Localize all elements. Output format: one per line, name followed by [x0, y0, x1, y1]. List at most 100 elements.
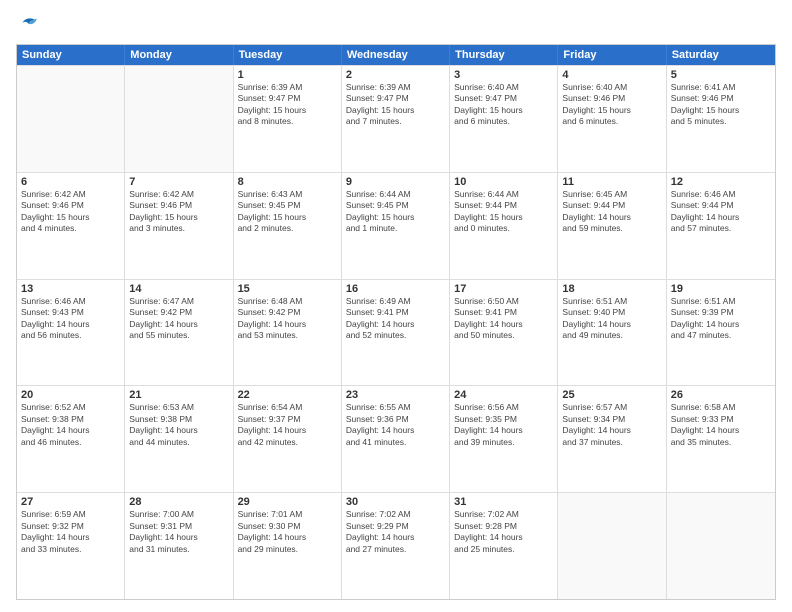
cell-detail: Sunrise: 6:44 AM Sunset: 9:44 PM Dayligh…: [454, 189, 553, 235]
calendar-cell: 29Sunrise: 7:01 AM Sunset: 9:30 PM Dayli…: [234, 493, 342, 599]
cell-detail: Sunrise: 6:53 AM Sunset: 9:38 PM Dayligh…: [129, 402, 228, 448]
calendar-cell: 24Sunrise: 6:56 AM Sunset: 9:35 PM Dayli…: [450, 386, 558, 492]
day-number: 22: [238, 389, 337, 401]
cell-detail: Sunrise: 6:58 AM Sunset: 9:33 PM Dayligh…: [671, 402, 771, 448]
calendar-cell: 27Sunrise: 6:59 AM Sunset: 9:32 PM Dayli…: [17, 493, 125, 599]
calendar-cell: 30Sunrise: 7:02 AM Sunset: 9:29 PM Dayli…: [342, 493, 450, 599]
calendar-cell: [667, 493, 775, 599]
day-number: 29: [238, 496, 337, 508]
calendar-cell: 20Sunrise: 6:52 AM Sunset: 9:38 PM Dayli…: [17, 386, 125, 492]
day-number: 14: [129, 283, 228, 295]
cell-detail: Sunrise: 6:55 AM Sunset: 9:36 PM Dayligh…: [346, 402, 445, 448]
calendar-cell: 5Sunrise: 6:41 AM Sunset: 9:46 PM Daylig…: [667, 66, 775, 172]
calendar-cell: 7Sunrise: 6:42 AM Sunset: 9:46 PM Daylig…: [125, 173, 233, 279]
calendar-cell: 6Sunrise: 6:42 AM Sunset: 9:46 PM Daylig…: [17, 173, 125, 279]
calendar-row: 13Sunrise: 6:46 AM Sunset: 9:43 PM Dayli…: [17, 279, 775, 386]
calendar-cell: 21Sunrise: 6:53 AM Sunset: 9:38 PM Dayli…: [125, 386, 233, 492]
day-number: 9: [346, 176, 445, 188]
calendar-row: 20Sunrise: 6:52 AM Sunset: 9:38 PM Dayli…: [17, 385, 775, 492]
calendar-header: SundayMondayTuesdayWednesdayThursdayFrid…: [17, 45, 775, 65]
weekday-header: Friday: [558, 45, 666, 65]
day-number: 11: [562, 176, 661, 188]
cell-detail: Sunrise: 6:47 AM Sunset: 9:42 PM Dayligh…: [129, 296, 228, 342]
calendar-cell: 19Sunrise: 6:51 AM Sunset: 9:39 PM Dayli…: [667, 280, 775, 386]
day-number: 6: [21, 176, 120, 188]
cell-detail: Sunrise: 6:46 AM Sunset: 9:43 PM Dayligh…: [21, 296, 120, 342]
calendar-cell: [125, 66, 233, 172]
cell-detail: Sunrise: 6:59 AM Sunset: 9:32 PM Dayligh…: [21, 509, 120, 555]
day-number: 27: [21, 496, 120, 508]
day-number: 18: [562, 283, 661, 295]
calendar-cell: 14Sunrise: 6:47 AM Sunset: 9:42 PM Dayli…: [125, 280, 233, 386]
weekday-header: Saturday: [667, 45, 775, 65]
cell-detail: Sunrise: 6:46 AM Sunset: 9:44 PM Dayligh…: [671, 189, 771, 235]
calendar-cell: 31Sunrise: 7:02 AM Sunset: 9:28 PM Dayli…: [450, 493, 558, 599]
calendar-cell: 3Sunrise: 6:40 AM Sunset: 9:47 PM Daylig…: [450, 66, 558, 172]
calendar-row: 27Sunrise: 6:59 AM Sunset: 9:32 PM Dayli…: [17, 492, 775, 599]
cell-detail: Sunrise: 6:52 AM Sunset: 9:38 PM Dayligh…: [21, 402, 120, 448]
day-number: 31: [454, 496, 553, 508]
calendar-cell: 12Sunrise: 6:46 AM Sunset: 9:44 PM Dayli…: [667, 173, 775, 279]
day-number: 21: [129, 389, 228, 401]
day-number: 8: [238, 176, 337, 188]
weekday-header: Thursday: [450, 45, 558, 65]
calendar-cell: 18Sunrise: 6:51 AM Sunset: 9:40 PM Dayli…: [558, 280, 666, 386]
cell-detail: Sunrise: 7:02 AM Sunset: 9:29 PM Dayligh…: [346, 509, 445, 555]
day-number: 23: [346, 389, 445, 401]
day-number: 19: [671, 283, 771, 295]
cell-detail: Sunrise: 7:00 AM Sunset: 9:31 PM Dayligh…: [129, 509, 228, 555]
day-number: 17: [454, 283, 553, 295]
calendar-cell: 28Sunrise: 7:00 AM Sunset: 9:31 PM Dayli…: [125, 493, 233, 599]
day-number: 2: [346, 69, 445, 81]
day-number: 12: [671, 176, 771, 188]
day-number: 30: [346, 496, 445, 508]
calendar-cell: 8Sunrise: 6:43 AM Sunset: 9:45 PM Daylig…: [234, 173, 342, 279]
calendar-cell: 2Sunrise: 6:39 AM Sunset: 9:47 PM Daylig…: [342, 66, 450, 172]
calendar-cell: 9Sunrise: 6:44 AM Sunset: 9:45 PM Daylig…: [342, 173, 450, 279]
weekday-header: Monday: [125, 45, 233, 65]
cell-detail: Sunrise: 6:42 AM Sunset: 9:46 PM Dayligh…: [129, 189, 228, 235]
cell-detail: Sunrise: 6:49 AM Sunset: 9:41 PM Dayligh…: [346, 296, 445, 342]
cell-detail: Sunrise: 6:45 AM Sunset: 9:44 PM Dayligh…: [562, 189, 661, 235]
cell-detail: Sunrise: 7:01 AM Sunset: 9:30 PM Dayligh…: [238, 509, 337, 555]
cell-detail: Sunrise: 6:40 AM Sunset: 9:46 PM Dayligh…: [562, 82, 661, 128]
cell-detail: Sunrise: 6:43 AM Sunset: 9:45 PM Dayligh…: [238, 189, 337, 235]
cell-detail: Sunrise: 6:57 AM Sunset: 9:34 PM Dayligh…: [562, 402, 661, 448]
calendar-cell: [17, 66, 125, 172]
day-number: 15: [238, 283, 337, 295]
day-number: 10: [454, 176, 553, 188]
cell-detail: Sunrise: 6:51 AM Sunset: 9:39 PM Dayligh…: [671, 296, 771, 342]
calendar-cell: 17Sunrise: 6:50 AM Sunset: 9:41 PM Dayli…: [450, 280, 558, 386]
day-number: 1: [238, 69, 337, 81]
cell-detail: Sunrise: 6:39 AM Sunset: 9:47 PM Dayligh…: [238, 82, 337, 128]
cell-detail: Sunrise: 6:41 AM Sunset: 9:46 PM Dayligh…: [671, 82, 771, 128]
cell-detail: Sunrise: 6:48 AM Sunset: 9:42 PM Dayligh…: [238, 296, 337, 342]
day-number: 16: [346, 283, 445, 295]
calendar-row: 1Sunrise: 6:39 AM Sunset: 9:47 PM Daylig…: [17, 65, 775, 172]
cell-detail: Sunrise: 6:56 AM Sunset: 9:35 PM Dayligh…: [454, 402, 553, 448]
header: [16, 12, 776, 36]
day-number: 20: [21, 389, 120, 401]
day-number: 25: [562, 389, 661, 401]
day-number: 4: [562, 69, 661, 81]
cell-detail: Sunrise: 6:54 AM Sunset: 9:37 PM Dayligh…: [238, 402, 337, 448]
cell-detail: Sunrise: 7:02 AM Sunset: 9:28 PM Dayligh…: [454, 509, 553, 555]
day-number: 28: [129, 496, 228, 508]
day-number: 3: [454, 69, 553, 81]
calendar-cell: [558, 493, 666, 599]
calendar-cell: 13Sunrise: 6:46 AM Sunset: 9:43 PM Dayli…: [17, 280, 125, 386]
calendar-cell: 25Sunrise: 6:57 AM Sunset: 9:34 PM Dayli…: [558, 386, 666, 492]
cell-detail: Sunrise: 6:50 AM Sunset: 9:41 PM Dayligh…: [454, 296, 553, 342]
day-number: 24: [454, 389, 553, 401]
calendar-cell: 26Sunrise: 6:58 AM Sunset: 9:33 PM Dayli…: [667, 386, 775, 492]
cell-detail: Sunrise: 6:51 AM Sunset: 9:40 PM Dayligh…: [562, 296, 661, 342]
weekday-header: Wednesday: [342, 45, 450, 65]
calendar-cell: 4Sunrise: 6:40 AM Sunset: 9:46 PM Daylig…: [558, 66, 666, 172]
calendar-row: 6 Sunrise: 6:42 AM Sunset: 9:46 PM Daylig…: [17, 172, 775, 279]
day-number: 26: [671, 389, 771, 401]
day-number: 7: [129, 176, 228, 188]
weekday-header: Tuesday: [234, 45, 342, 65]
calendar-cell: 11Sunrise: 6:45 AM Sunset: 9:44 PM Dayli…: [558, 173, 666, 279]
cell-detail: Sunrise: 6:39 AM Sunset: 9:47 PM Dayligh…: [346, 82, 445, 128]
logo: [16, 12, 44, 36]
